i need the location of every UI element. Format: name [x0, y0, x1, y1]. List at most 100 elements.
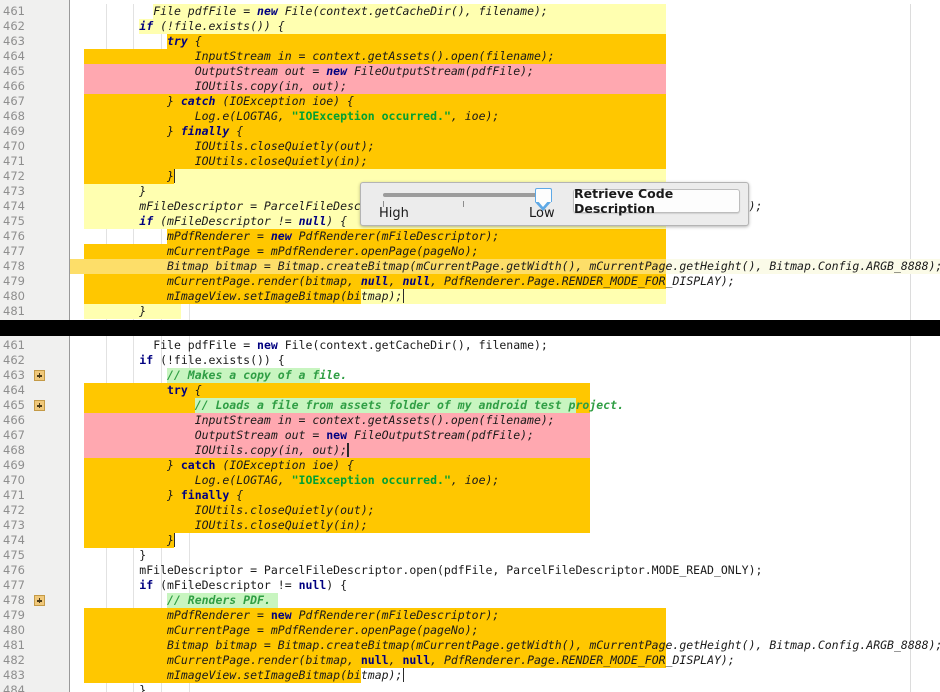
code-line[interactable]: File pdfFile = new File(context.getCache… — [70, 338, 940, 353]
code-line[interactable]: mImageView.setImageBitmap(bitmap); — [70, 289, 940, 304]
code-line[interactable]: InputStream in = context.getAssets().ope… — [70, 413, 940, 428]
code-line[interactable]: } — [70, 548, 940, 563]
code-token: try — [167, 383, 188, 397]
code-token: FileOutputStream(pdfFile); — [347, 64, 534, 78]
code-panel-before[interactable]: 461 462 463 464 465 466 467 468 469 470 471 472 473 4… — [0, 0, 940, 320]
line-number: 462 — [3, 19, 25, 33]
slider-track[interactable] — [383, 193, 543, 197]
code-text: mCurrentPage = mPdfRenderer.openPage(pag… — [167, 623, 479, 638]
code-token: mCurrentPage.render(bitmap, — [167, 274, 361, 288]
code-line[interactable]: if (!file.exists()) { — [70, 19, 940, 34]
code-line[interactable]: if (!file.exists()) { — [70, 353, 940, 368]
fold-marker-icon[interactable] — [34, 370, 45, 381]
code-text: if (!file.exists()) { — [139, 19, 284, 34]
code-token: mImageView.setImageBitmap(bitmap); — [167, 289, 403, 303]
code-text: } — [139, 683, 146, 692]
code-text: } finally { — [167, 488, 243, 503]
code-token: Log.e(LOGTAG, — [194, 473, 292, 487]
code-line[interactable]: if (mFileDescriptor != null) { — [70, 578, 940, 593]
code-token: new — [257, 4, 278, 18]
code-line[interactable]: Bitmap bitmap = Bitmap.createBitmap(mCur… — [70, 259, 940, 274]
code-token: Bitmap bitmap = Bitmap.createBitmap(mCur… — [167, 259, 940, 273]
code-line[interactable]: mCurrentPage = mPdfRenderer.openPage(pag… — [70, 623, 940, 638]
code-token: null — [360, 653, 389, 667]
code-line[interactable]: mCurrentPage.render(bitmap, null, null, … — [70, 653, 940, 668]
code-description-slider-popup[interactable]: High Low Retrieve Code Description — [360, 182, 749, 226]
code-line[interactable]: Log.e(LOGTAG, "IOException occurred.", i… — [70, 109, 940, 124]
code-text: Bitmap bitmap = Bitmap.createBitmap(mCur… — [167, 638, 940, 653]
code-panel-after[interactable]: 461 462 463 464 465 466 467 468 469 470 471 472 473 4… — [0, 336, 940, 692]
code-line[interactable]: InputStream in = context.getAssets().ope… — [70, 49, 940, 64]
code-line[interactable]: } — [70, 683, 940, 692]
code-token: mPdfRenderer = — [167, 229, 271, 243]
code-token: InputStream in = context.getAssets().ope… — [194, 413, 555, 427]
code-line[interactable]: mPdfRenderer = new PdfRenderer(mFileDesc… — [70, 608, 940, 623]
code-token: (!file.exists()) { — [153, 353, 285, 367]
line-number: 461 — [3, 4, 25, 18]
code-line[interactable]: Log.e(LOGTAG, "IOException occurred.", i… — [70, 473, 940, 488]
code-token: InputStream in = context.getAssets().ope… — [194, 49, 555, 63]
code-line[interactable]: } — [70, 304, 940, 319]
fold-marker-icon[interactable] — [34, 595, 45, 606]
code-line[interactable]: IOUtils.closeQuietly(in); — [70, 518, 940, 533]
code-area-bottom[interactable]: File pdfFile = new File(context.getCache… — [70, 336, 940, 692]
line-number-gutter-top[interactable]: 461 462 463 464 465 466 467 468 469 470 471 472 473 4… — [0, 0, 70, 320]
code-token: new — [270, 608, 292, 622]
code-area-top[interactable]: File pdfFile = new File(context.getCache… — [70, 0, 940, 320]
code-text: OutputStream out = new FileOutputStream(… — [195, 428, 534, 443]
code-text: try { — [167, 34, 202, 49]
code-token: // Makes a copy of a file. — [167, 368, 348, 382]
code-line[interactable]: OutputStream out = new FileOutputStream(… — [70, 64, 940, 79]
change-highlight — [167, 34, 666, 49]
code-text: // Makes a copy of a file. — [167, 368, 347, 383]
code-text: InputStream in = context.getAssets().ope… — [195, 49, 555, 64]
code-line[interactable]: try { — [70, 383, 940, 398]
code-token: Log.e(LOGTAG, — [194, 109, 292, 123]
line-number-gutter-bottom[interactable]: 461 462 463 464 465 466 467 468 469 470 471 472 473 4… — [0, 336, 70, 692]
code-line[interactable]: } catch (IOException ioe) { — [70, 94, 940, 109]
line-number: 477 — [3, 244, 25, 258]
line-number: 474 — [3, 533, 25, 547]
code-line[interactable]: IOUtils.closeQuietly(in); — [70, 154, 940, 169]
code-token: IOUtils.copy(in, out); — [194, 79, 348, 93]
code-line[interactable]: } finally { — [70, 488, 940, 503]
code-token: } — [167, 124, 181, 138]
code-token: try — [167, 34, 188, 48]
code-line[interactable]: mCurrentPage.render(bitmap, null, null, … — [70, 274, 940, 289]
code-text: mPdfRenderer = new PdfRenderer(mFileDesc… — [167, 608, 499, 623]
code-line[interactable]: IOUtils.closeQuietly(out); — [70, 503, 940, 518]
code-token: mCurrentPage = mPdfRenderer.openPage(pag… — [167, 623, 479, 637]
line-number: 477 — [3, 578, 25, 592]
code-line[interactable]: // Makes a copy of a file. — [70, 368, 940, 383]
line-number: 473 — [3, 184, 25, 198]
line-number: 474 — [3, 199, 25, 213]
line-number: 480 — [3, 623, 25, 637]
retrieve-code-description-button[interactable]: Retrieve Code Description — [573, 186, 740, 216]
code-line[interactable]: } finally { — [70, 124, 940, 139]
panel-divider — [0, 320, 940, 336]
code-line[interactable]: OutputStream out = new FileOutputStream(… — [70, 428, 940, 443]
code-line[interactable]: Bitmap bitmap = Bitmap.createBitmap(mCur… — [70, 638, 940, 653]
code-line[interactable]: // Loads a file from assets folder of my… — [70, 398, 940, 413]
change-highlight — [83, 169, 174, 184]
code-line[interactable]: IOUtils.copy(in, out); — [70, 443, 940, 458]
code-line[interactable]: // Renders PDF. — [70, 593, 940, 608]
code-line[interactable]: mCurrentPage = mPdfRenderer.openPage(pag… — [70, 244, 940, 259]
code-text: mPdfRenderer = new PdfRenderer(mFileDesc… — [167, 229, 499, 244]
code-line[interactable]: IOUtils.copy(in, out); — [70, 79, 940, 94]
code-token: FileOutputStream(pdfFile); — [347, 428, 534, 442]
line-number: 476 — [3, 563, 25, 577]
code-line[interactable]: mImageView.setImageBitmap(bitmap); — [70, 668, 940, 683]
clipped-code-line — [70, 0, 940, 4]
code-line[interactable]: File pdfFile = new File(context.getCache… — [70, 4, 940, 19]
code-token: } — [167, 94, 181, 108]
code-line[interactable]: try { — [70, 34, 940, 49]
code-line[interactable]: } catch (IOException ioe) { — [70, 458, 940, 473]
line-number: 478 — [3, 593, 25, 607]
change-highlight — [83, 79, 666, 94]
code-line[interactable]: } — [70, 533, 940, 548]
code-line[interactable]: IOUtils.closeQuietly(out); — [70, 139, 940, 154]
code-line[interactable]: mPdfRenderer = new PdfRenderer(mFileDesc… — [70, 229, 940, 244]
fold-marker-icon[interactable] — [34, 400, 45, 411]
code-line[interactable]: mFileDescriptor = ParcelFileDescriptor.o… — [70, 563, 940, 578]
